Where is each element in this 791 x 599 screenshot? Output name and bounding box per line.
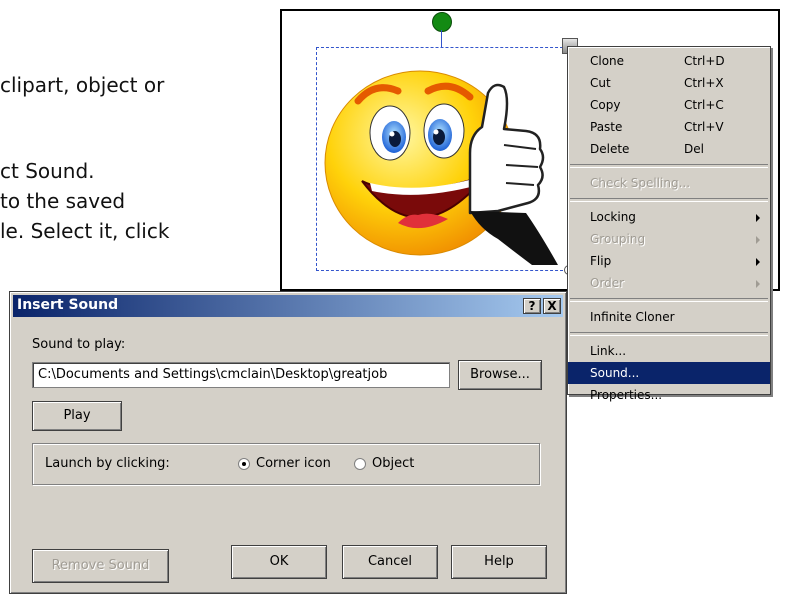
- menu-item-grouping: Grouping: [568, 228, 770, 250]
- menu-item-shortcut: Ctrl+X: [684, 76, 724, 90]
- menu-item-label: Copy: [590, 98, 621, 112]
- menu-item-copy[interactable]: Copy Ctrl+C: [568, 94, 770, 116]
- menu-item-label: Properties...: [590, 388, 663, 402]
- menu-separator: [570, 198, 768, 202]
- play-button[interactable]: Play: [32, 401, 122, 431]
- browse-button[interactable]: Browse...: [458, 360, 542, 390]
- menu-item-delete[interactable]: Delete Del: [568, 138, 770, 160]
- menu-item-infinite-cloner[interactable]: Infinite Cloner: [568, 306, 770, 328]
- ok-button[interactable]: OK: [231, 545, 327, 579]
- instruction-text-line-1: clipart, object or: [0, 73, 165, 97]
- menu-item-clone[interactable]: Clone Ctrl+D: [568, 50, 770, 72]
- menu-separator: [570, 298, 768, 302]
- menu-item-label: Paste: [590, 120, 623, 134]
- menu-item-sound[interactable]: Sound...: [568, 362, 770, 384]
- submenu-arrow-icon: [756, 280, 760, 288]
- launch-options-group: Launch by clicking: Corner icon Object: [32, 443, 540, 485]
- menu-item-label: Locking: [590, 210, 636, 224]
- menu-item-label: Flip: [590, 254, 612, 268]
- menu-item-label: Check Spelling...: [590, 176, 691, 190]
- menu-item-label: Clone: [590, 54, 625, 68]
- menu-item-order: Order: [568, 272, 770, 294]
- menu-item-cut[interactable]: Cut Ctrl+X: [568, 72, 770, 94]
- menu-item-check-spelling: Check Spelling...: [568, 172, 770, 194]
- radio-selected-dot: [242, 462, 246, 466]
- submenu-arrow-icon: [756, 258, 760, 266]
- remove-sound-button: Remove Sound: [32, 549, 169, 583]
- submenu-arrow-icon: [756, 214, 760, 222]
- menu-item-locking[interactable]: Locking: [568, 206, 770, 228]
- cancel-button[interactable]: Cancel: [342, 545, 438, 579]
- menu-item-label: Grouping: [590, 232, 646, 246]
- sound-to-play-label: Sound to play:: [32, 337, 126, 352]
- rotate-handle[interactable]: [432, 12, 452, 32]
- menu-item-shortcut: Ctrl+C: [684, 98, 724, 112]
- menu-item-label: Sound...: [590, 366, 640, 380]
- menu-item-shortcut: Ctrl+D: [684, 54, 725, 68]
- menu-item-paste[interactable]: Paste Ctrl+V: [568, 116, 770, 138]
- corner-icon-radio[interactable]: [238, 458, 250, 470]
- context-menu: Clone Ctrl+D Cut Ctrl+X Copy Ctrl+C Paste Ct…: [567, 46, 771, 402]
- menu-item-label: Order: [590, 276, 625, 290]
- menu-item-label: Delete: [590, 142, 630, 156]
- help-question-icon[interactable]: ?: [523, 298, 541, 314]
- menu-item-label: Infinite Cloner: [590, 310, 675, 324]
- instruction-text-line-3: to the saved: [0, 189, 126, 213]
- menu-separator: [570, 164, 768, 168]
- menu-item-label: Cut: [590, 76, 611, 90]
- instruction-text-line-4: le. Select it, click: [0, 219, 170, 243]
- smiley-thumbs-up-image[interactable]: [320, 53, 560, 272]
- menu-item-label: Link...: [590, 344, 627, 358]
- rotate-handle-stem: [441, 30, 442, 47]
- launch-by-clicking-label: Launch by clicking:: [45, 456, 170, 471]
- object-option-label[interactable]: Object: [372, 456, 414, 471]
- dialog-titlebar[interactable]: Insert Sound ? X: [13, 295, 563, 317]
- menu-item-properties[interactable]: Properties...: [568, 384, 770, 406]
- menu-item-shortcut: Del: [684, 142, 704, 156]
- insert-sound-dialog: Insert Sound ? X Sound to play: C:\Docum…: [9, 291, 567, 594]
- menu-separator: [570, 332, 768, 336]
- close-icon[interactable]: X: [543, 298, 561, 314]
- sound-path-input[interactable]: C:\Documents and Settings\cmclain\Deskto…: [32, 362, 450, 388]
- instruction-text-line-2: ct Sound.: [0, 159, 95, 183]
- dialog-title: Insert Sound: [17, 297, 119, 313]
- corner-icon-option-label[interactable]: Corner icon: [256, 456, 331, 471]
- object-radio[interactable]: [354, 458, 366, 470]
- menu-item-flip[interactable]: Flip: [568, 250, 770, 272]
- menu-item-link[interactable]: Link...: [568, 340, 770, 362]
- help-button[interactable]: Help: [451, 545, 547, 579]
- menu-item-shortcut: Ctrl+V: [684, 120, 724, 134]
- submenu-arrow-icon: [756, 236, 760, 244]
